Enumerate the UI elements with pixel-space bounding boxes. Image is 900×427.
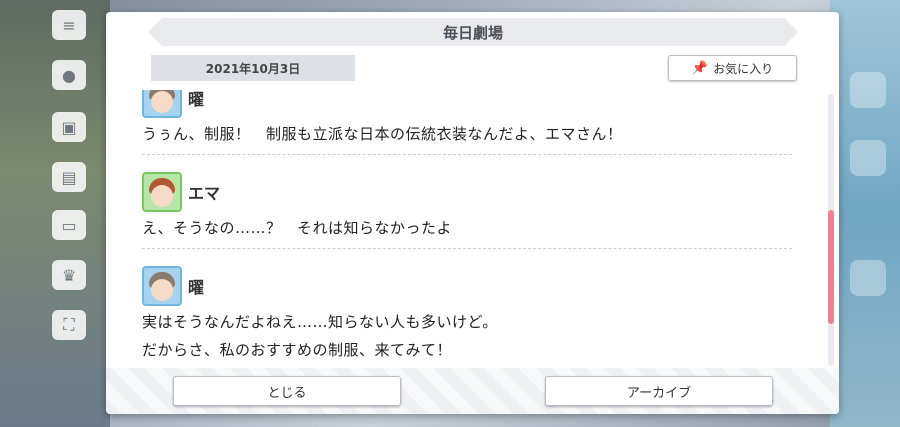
message-item: 曜 うぅん、制服！ 制服も立派な日本の伝統衣装なんだよ、エマさん！ — [142, 90, 796, 155]
pin-icon: 📌 — [691, 60, 709, 76]
message-text: え、そうなの……？ それは知らなかったよ — [142, 219, 453, 237]
message-divider — [142, 248, 792, 249]
message-text: うぅん、制服！ 制服も立派な日本の伝統衣装なんだよ、エマさん！ — [142, 125, 623, 143]
message-item: エマ え、そうなの……？ それは知らなかったよ — [142, 170, 796, 249]
chat-icon[interactable]: ● — [52, 60, 86, 90]
message-item: 曜 実はそうなんだよねえ……知らない人も多いけど。 だからさ、私のおすすめの制服… — [142, 264, 796, 364]
avatar-you — [142, 90, 182, 118]
speaker-name: 曜 — [188, 90, 205, 109]
favorite-button[interactable]: 📌 お気に入り — [668, 55, 797, 81]
speaker-name: 曜 — [188, 278, 205, 297]
speaker-name: エマ — [188, 184, 221, 203]
menu-icon[interactable]: ≡ — [52, 10, 86, 40]
scrollbar-thumb[interactable] — [828, 210, 834, 324]
dialog-title: 毎日劇場 — [148, 18, 798, 46]
date-label: 2021年10月3日 — [151, 55, 355, 81]
favorite-label: お気に入り — [713, 61, 774, 76]
trophy-icon[interactable]: ♛ — [52, 260, 86, 290]
right-background — [830, 0, 900, 427]
present-icon[interactable]: ▣ — [52, 112, 86, 142]
message-list[interactable]: 曜 うぅん、制服！ 制服も立派な日本の伝統衣装なんだよ、エマさん！ エマ え、そ… — [142, 90, 796, 367]
message-text: だからさ、私のおすすめの制服、来てみて！ — [142, 341, 453, 359]
close-button[interactable]: とじる — [173, 376, 401, 406]
gift-icon[interactable]: ▤ — [52, 162, 86, 192]
fullscreen-icon[interactable]: ⛶ — [52, 310, 86, 340]
monitor-icon[interactable]: ▭ — [52, 210, 86, 240]
right-side-icon[interactable] — [850, 72, 886, 108]
right-side-icon[interactable] — [850, 260, 886, 296]
message-text: 実はそうなんだよねえ……知らない人も多いけど。 — [142, 313, 498, 331]
avatar-emma — [142, 172, 182, 212]
daily-theater-dialog: 毎日劇場 2021年10月3日 📌 お気に入り 曜 うぅん、制服！ 制服も立派な… — [106, 12, 839, 414]
right-side-icon[interactable] — [850, 140, 886, 176]
message-divider — [142, 154, 792, 155]
archive-button[interactable]: アーカイブ — [545, 376, 773, 406]
avatar-you — [142, 266, 182, 306]
scrollbar[interactable] — [828, 94, 834, 366]
